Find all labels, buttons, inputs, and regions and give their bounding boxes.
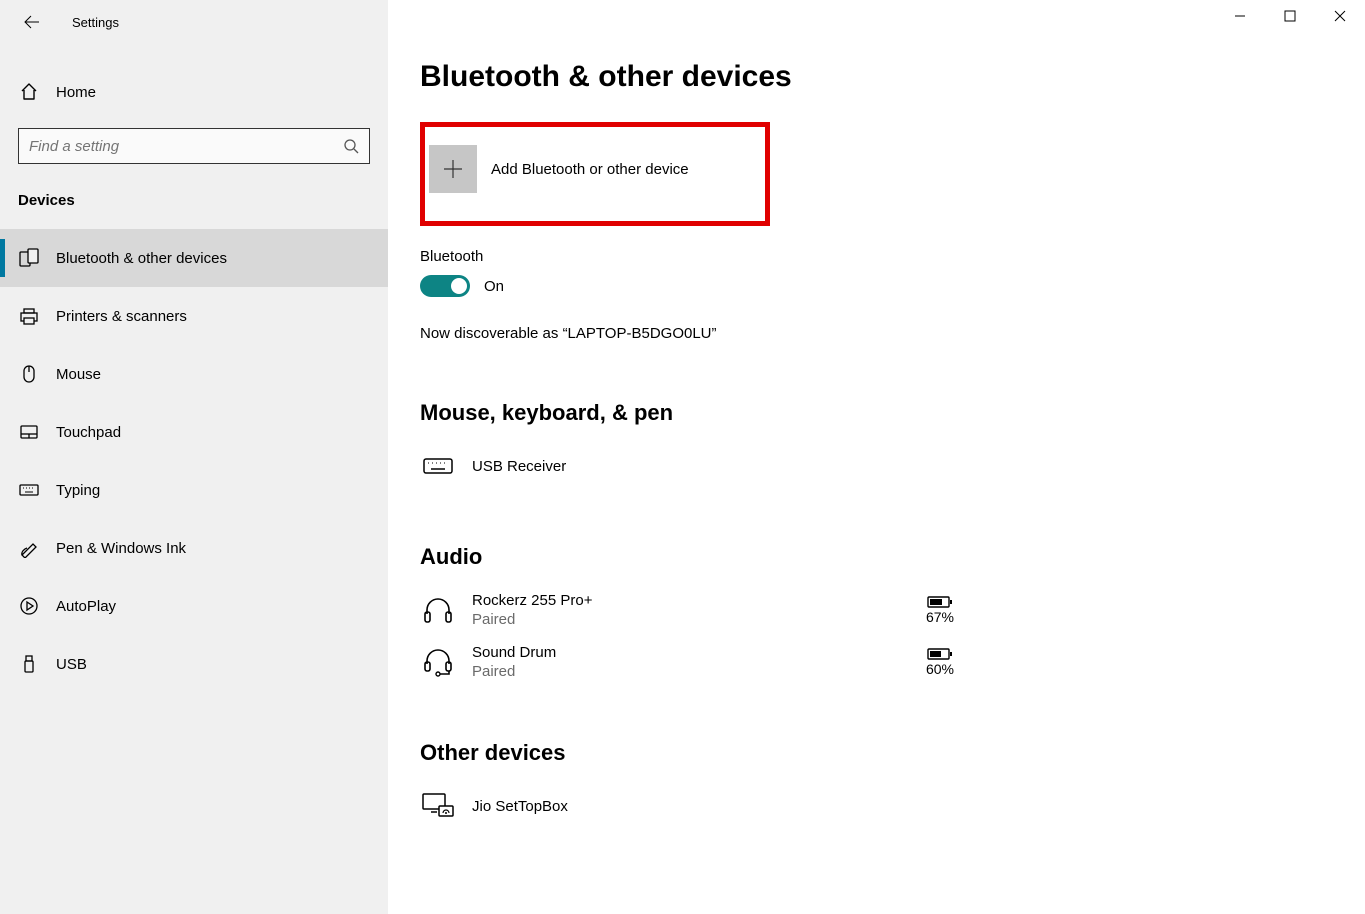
- device-battery: 60%: [920, 647, 960, 677]
- device-status: Paired: [472, 663, 920, 680]
- autoplay-icon: [18, 596, 40, 616]
- add-device-button[interactable]: Add Bluetooth or other device: [425, 145, 765, 193]
- device-status: Paired: [472, 611, 920, 628]
- sidebar-item-usb[interactable]: USB: [0, 635, 388, 693]
- bluetooth-label: Bluetooth: [420, 248, 1333, 265]
- sidebar-item-label: Pen & Windows Ink: [56, 540, 186, 557]
- plus-icon: [442, 158, 464, 180]
- section-heading-audio: Audio: [420, 544, 1333, 570]
- sidebar-item-touchpad[interactable]: Touchpad: [0, 403, 388, 461]
- usb-icon: [18, 654, 40, 674]
- add-device-highlight: Add Bluetooth or other device: [420, 122, 770, 226]
- home-label: Home: [56, 84, 96, 101]
- discoverable-text: Now discoverable as “LAPTOP-B5DGO0LU”: [420, 325, 1333, 342]
- sidebar-item-label: Printers & scanners: [56, 308, 187, 325]
- search-wrap: [0, 116, 388, 164]
- sidebar: Settings Home Devices Bluetooth & other …: [0, 0, 388, 914]
- window-title: Settings: [72, 15, 119, 30]
- home-icon: [18, 82, 40, 102]
- page-title: Bluetooth & other devices: [420, 60, 1333, 94]
- headphones-icon: [420, 592, 456, 628]
- back-button[interactable]: [20, 10, 44, 34]
- pen-icon: [18, 538, 40, 558]
- bluetooth-state: On: [484, 278, 504, 295]
- search-input[interactable]: [29, 138, 343, 155]
- search-icon: [343, 138, 359, 154]
- sidebar-item-label: Typing: [56, 482, 100, 499]
- settop-icon: [420, 788, 456, 824]
- device-battery: 67%: [920, 595, 960, 625]
- device-name: USB Receiver: [472, 458, 960, 475]
- category-label: Devices: [0, 164, 388, 229]
- sidebar-item-typing[interactable]: Typing: [0, 461, 388, 519]
- maximize-icon: [1284, 10, 1296, 22]
- sidebar-item-printers[interactable]: Printers & scanners: [0, 287, 388, 345]
- device-row[interactable]: Rockerz 255 Pro+ Paired 67%: [420, 584, 960, 636]
- sidebar-item-label: USB: [56, 656, 87, 673]
- mouse-icon: [18, 364, 40, 384]
- sidebar-item-bluetooth[interactable]: Bluetooth & other devices: [0, 229, 388, 287]
- sidebar-item-label: Touchpad: [56, 424, 121, 441]
- device-battery-text: 60%: [926, 661, 954, 677]
- main-content: Bluetooth & other devices Add Bluetooth …: [388, 0, 1365, 914]
- battery-icon: [927, 595, 953, 609]
- window-controls: [1215, 0, 1365, 32]
- minimize-icon: [1234, 10, 1246, 22]
- bluetooth-toggle-row: On: [420, 275, 1333, 297]
- keyboard-icon: [420, 448, 456, 484]
- device-battery-text: 67%: [926, 609, 954, 625]
- close-button[interactable]: [1315, 0, 1365, 32]
- nav-list: Bluetooth & other devices Printers & sca…: [0, 229, 388, 693]
- minimize-button[interactable]: [1215, 0, 1265, 32]
- sidebar-item-label: Mouse: [56, 366, 101, 383]
- device-row[interactable]: USB Receiver: [420, 440, 960, 492]
- maximize-button[interactable]: [1265, 0, 1315, 32]
- arrow-left-icon: [24, 14, 40, 30]
- device-name: Sound Drum: [472, 644, 920, 661]
- sidebar-item-pen[interactable]: Pen & Windows Ink: [0, 519, 388, 577]
- sidebar-item-mouse[interactable]: Mouse: [0, 345, 388, 403]
- bluetooth-toggle[interactable]: [420, 275, 470, 297]
- device-name: Jio SetTopBox: [472, 798, 960, 815]
- titlebar: Settings: [0, 0, 388, 44]
- close-icon: [1334, 10, 1346, 22]
- sidebar-item-label: Bluetooth & other devices: [56, 250, 227, 267]
- keyboard-icon: [18, 480, 40, 500]
- search-box[interactable]: [18, 128, 370, 164]
- touchpad-icon: [18, 422, 40, 442]
- home-button[interactable]: Home: [0, 68, 388, 116]
- battery-icon: [927, 647, 953, 661]
- section-heading-mkp: Mouse, keyboard, & pen: [420, 400, 1333, 426]
- section-heading-other: Other devices: [420, 740, 1333, 766]
- sidebar-item-autoplay[interactable]: AutoPlay: [0, 577, 388, 635]
- device-name: Rockerz 255 Pro+: [472, 592, 920, 609]
- printer-icon: [18, 306, 40, 326]
- add-device-label: Add Bluetooth or other device: [491, 161, 689, 178]
- bluetooth-devices-icon: [18, 248, 40, 268]
- headset-icon: [420, 644, 456, 680]
- plus-box: [429, 145, 477, 193]
- sidebar-item-label: AutoPlay: [56, 598, 116, 615]
- device-row[interactable]: Jio SetTopBox: [420, 780, 960, 832]
- device-row[interactable]: Sound Drum Paired 60%: [420, 636, 960, 688]
